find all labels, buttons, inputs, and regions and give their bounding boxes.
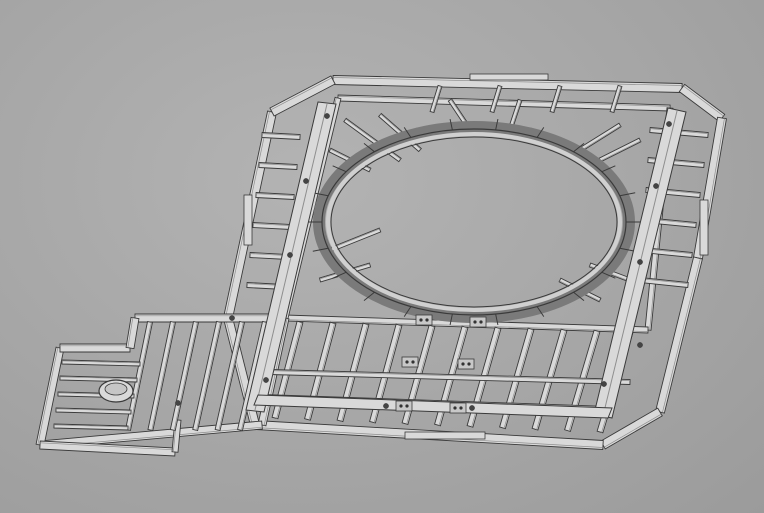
bolt-4 (653, 183, 659, 189)
left-ladder-2 (255, 192, 295, 200)
plate-2-hole-a (405, 360, 409, 364)
left-ladder-3 (252, 222, 292, 230)
bottom-tab (404, 431, 486, 440)
outer-beam-2 (693, 116, 727, 260)
bolt-1 (303, 178, 309, 184)
ext-beam-3 (35, 346, 65, 447)
side-tab-1 (699, 199, 709, 256)
side-tab-0 (243, 194, 253, 246)
brace-4-shade (600, 140, 641, 162)
plate-2-hole-b (411, 360, 415, 364)
ext-slat-2-shade (173, 322, 198, 431)
plate-4-hole-a (419, 318, 423, 322)
brace-3-shade (580, 125, 621, 152)
bolt-8 (229, 315, 235, 321)
bolt-9 (175, 400, 181, 406)
plate-4-hole-b (425, 318, 429, 322)
plate-0-hole-b (405, 404, 409, 408)
ext-beam-4 (59, 343, 131, 353)
plate-2 (401, 356, 419, 368)
bolt-0 (324, 113, 330, 119)
plate-1-hole-a (453, 406, 457, 410)
plate-3-hole-b (467, 362, 471, 366)
plate-0-hole-a (399, 404, 403, 408)
inner-beam-0 (337, 94, 671, 112)
plate-5-hole-b (479, 320, 483, 324)
plate-1-hole-b (459, 406, 463, 410)
outer-beam-4-shade (604, 413, 662, 448)
ring-shadow (313, 121, 635, 323)
top-tab (469, 73, 549, 81)
outer-beam-1-shade (683, 85, 724, 117)
plate-5-hole-a (473, 320, 477, 324)
ext-beam-5 (125, 316, 140, 350)
plate-5 (469, 316, 487, 328)
bolt-2 (287, 252, 293, 258)
bolt-11 (263, 377, 269, 383)
plate-1 (449, 402, 467, 414)
ring-face (326, 132, 622, 312)
frame-model[interactable] (0, 0, 764, 513)
ext-beam-0 (134, 313, 286, 323)
plate-3-hole-a (461, 362, 465, 366)
plate-0 (395, 400, 413, 412)
ext-slat-1-shade (151, 322, 175, 431)
bolt-5 (637, 259, 643, 265)
leveling-pad-top (104, 382, 128, 396)
bolt-6 (469, 405, 475, 411)
plate-3 (457, 358, 475, 370)
brace-3 (578, 122, 622, 153)
cad-viewport[interactable] (0, 0, 764, 513)
ext-beam-3-shade (37, 347, 59, 445)
ext-slat-3-shade (196, 322, 221, 431)
ring-inner-edge (330, 136, 618, 308)
outer-beam-1 (678, 83, 726, 123)
bolt-7 (383, 403, 389, 409)
plate-4 (415, 314, 433, 326)
bolt-3 (666, 121, 672, 127)
bolt-12 (637, 342, 643, 348)
bolt-10 (601, 381, 607, 387)
